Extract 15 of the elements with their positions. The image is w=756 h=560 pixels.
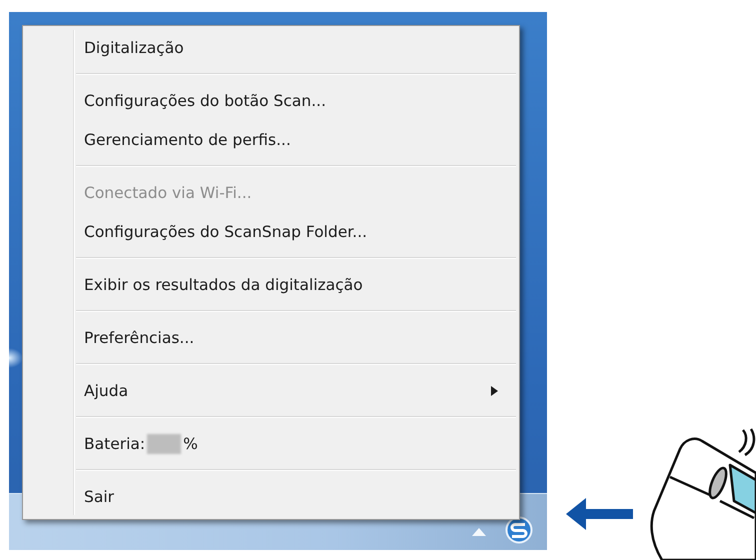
menu-item[interactable]: Sair xyxy=(76,477,516,516)
menu-item[interactable]: Configurações do ScanSnap Folder... xyxy=(76,212,516,251)
menu-item[interactable]: Ajuda xyxy=(76,371,516,410)
menu-item[interactable]: Configurações do botão Scan... xyxy=(76,81,516,120)
redacted-value xyxy=(147,434,182,454)
scanner-app-icon[interactable] xyxy=(505,516,533,544)
submenu-arrow-icon xyxy=(491,386,498,396)
menu-item[interactable]: Digitalização xyxy=(76,28,516,67)
battery-label: Bateria: xyxy=(84,434,146,452)
menu-item[interactable]: Gerenciamento de perfis... xyxy=(76,120,516,159)
percent-sign: % xyxy=(183,434,198,452)
light-glow xyxy=(9,348,23,368)
menu-item[interactable]: Exibir os resultados da digitalização xyxy=(76,265,516,304)
menu-item[interactable]: Preferências... xyxy=(76,318,516,357)
arrow-icon xyxy=(566,498,633,530)
